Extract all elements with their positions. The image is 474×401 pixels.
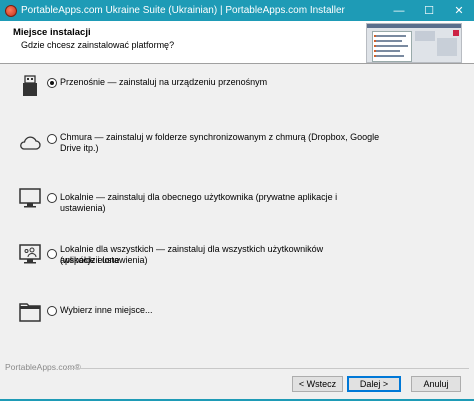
brand-label: PortableApps.com® <box>5 362 81 372</box>
option-local-label: Lokalnie — zainstaluj dla obecnego użytk… <box>60 192 338 213</box>
page-subtitle: Gdzie chcesz zainstalować platformę? <box>21 40 175 50</box>
radio-cloud[interactable] <box>47 134 57 144</box>
cloud-icon <box>20 136 41 150</box>
option-local-all-label-line2: aplikacje i ustawienia) <box>60 255 148 265</box>
option-portable-label: Przenośnie — zainstaluj na urządzeniu pr… <box>60 77 268 87</box>
window-controls: — ☐ ✕ <box>384 0 474 21</box>
folder-icon <box>19 303 41 322</box>
usb-drive-icon <box>23 75 37 96</box>
option-portable[interactable]: Przenośnie — zainstaluj na urządzeniu pr… <box>18 72 458 98</box>
header-preview-image <box>366 23 462 63</box>
radio-custom[interactable] <box>47 306 57 316</box>
title-bar: PortableApps.com Ukraine Suite (Ukrainia… <box>0 0 474 21</box>
option-cloud[interactable]: Chmura — zainstaluj w folderze synchroni… <box>18 128 458 154</box>
option-cloud-label-line2: Drive itp.) <box>60 143 99 153</box>
page-title: Miejsce instalacji <box>13 27 91 38</box>
option-local[interactable]: Lokalnie — zainstaluj dla obecnego użytk… <box>18 186 458 213</box>
option-local-all[interactable]: Lokalnie dla wszystkich — zainstaluj dla… <box>18 242 458 266</box>
option-cloud-label: Chmura — zainstaluj w folderze synchroni… <box>60 132 380 142</box>
app-icon <box>5 4 17 17</box>
window-title: PortableApps.com Ukraine Suite (Ukrainia… <box>21 5 345 16</box>
radio-portable[interactable] <box>47 78 57 88</box>
back-button[interactable]: < Wstecz <box>292 376 343 392</box>
close-button[interactable]: ✕ <box>444 0 474 21</box>
footer-divider <box>65 368 469 369</box>
maximize-button[interactable]: ☐ <box>414 0 444 21</box>
option-custom-label: Wybierz inne miejsce... <box>60 305 153 315</box>
radio-local-all[interactable] <box>47 249 57 259</box>
option-custom[interactable]: Wybierz inne miejsce... <box>18 300 458 324</box>
wizard-header: Miejsce instalacji Gdzie chcesz zainstal… <box>0 21 474 64</box>
minimize-button[interactable]: — <box>384 0 414 21</box>
next-button[interactable]: Dalej > <box>347 376 401 392</box>
radio-local[interactable] <box>47 193 57 203</box>
monitor-icon <box>19 188 41 208</box>
cancel-button[interactable]: Anuluj <box>411 376 461 392</box>
users-monitor-icon <box>19 244 41 264</box>
